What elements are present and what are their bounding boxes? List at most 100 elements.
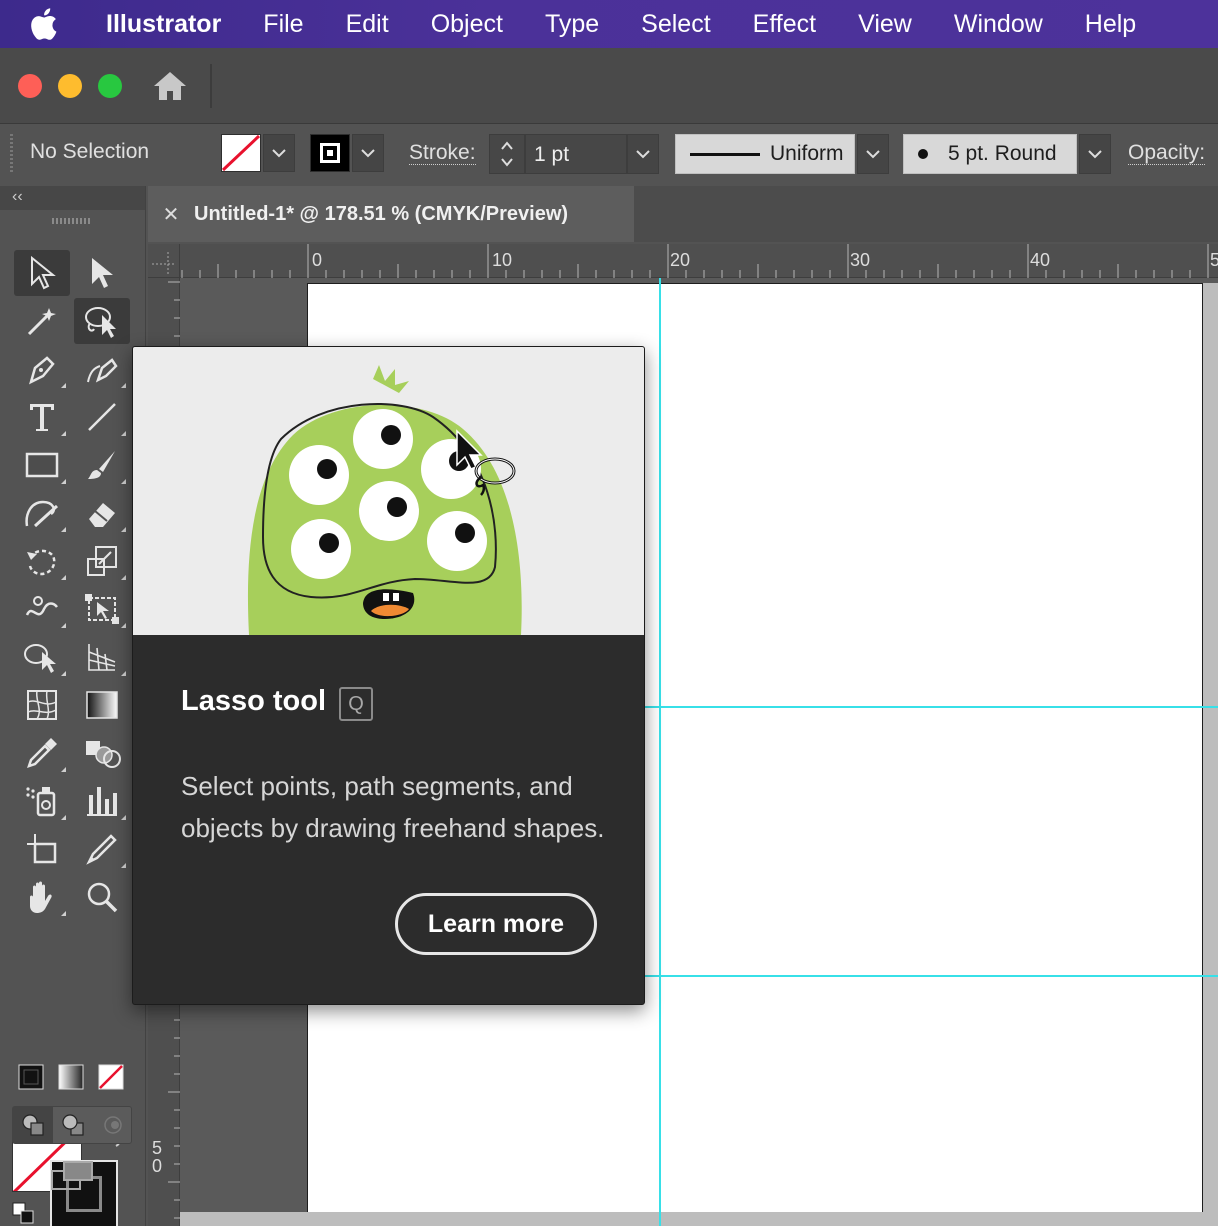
profile-line-icon xyxy=(690,152,760,156)
shape-builder-tool-icon[interactable] xyxy=(14,634,70,680)
none-mode-icon[interactable] xyxy=(94,1060,128,1094)
canvas-bottom-edge xyxy=(180,1212,1218,1226)
lasso-monster-illustration xyxy=(247,365,522,635)
ruler-label-50: 5 xyxy=(1210,250,1218,270)
warp-tool-icon[interactable] xyxy=(14,586,70,632)
opacity-label[interactable]: Opacity: xyxy=(1128,142,1206,165)
selection-tool-icon[interactable] xyxy=(14,250,70,296)
stroke-stepper[interactable] xyxy=(489,134,525,174)
horizontal-ruler-ticks xyxy=(181,244,1209,278)
rectangle-tool-icon[interactable] xyxy=(14,442,70,488)
brush-label: 5 pt. Round xyxy=(948,142,1057,165)
tools-panel-grip[interactable] xyxy=(52,218,90,224)
fill-none-swatch[interactable] xyxy=(221,134,261,172)
stroke-dropdown[interactable] xyxy=(352,134,384,172)
draw-normal-icon[interactable] xyxy=(13,1107,53,1143)
tooltip-title: Lasso tool xyxy=(181,685,327,717)
blend-tool-icon[interactable] xyxy=(74,730,130,776)
horizontal-ruler[interactable]: 0 10 20 30 40 5 xyxy=(180,244,1218,278)
pen-tool-icon[interactable] xyxy=(14,346,70,392)
slice-tool-icon[interactable] xyxy=(74,826,130,872)
gradient-tool-icon[interactable] xyxy=(74,682,130,728)
stroke-weight-value: 1 pt xyxy=(534,143,570,166)
minimize-window-button[interactable] xyxy=(58,74,82,98)
menu-edit[interactable]: Edit xyxy=(346,10,389,39)
free-transform-tool-icon[interactable] xyxy=(74,586,130,632)
variable-width-profile[interactable]: Uniform xyxy=(675,134,855,174)
tooltip-shortcut-key: Q xyxy=(339,687,373,721)
window-title-bar xyxy=(0,48,1218,124)
menu-select[interactable]: Select xyxy=(641,10,710,39)
color-mode-icon[interactable] xyxy=(14,1060,48,1094)
menu-effect[interactable]: Effect xyxy=(753,10,816,39)
eraser-tool-icon[interactable] xyxy=(74,490,130,536)
stroke-weight-dropdown[interactable] xyxy=(627,134,659,174)
gradient-mode-icon[interactable] xyxy=(54,1060,88,1094)
title-separator xyxy=(210,64,212,108)
default-fill-stroke-icon[interactable] xyxy=(12,1202,36,1226)
menu-help[interactable]: Help xyxy=(1085,10,1136,39)
draw-behind-icon[interactable] xyxy=(53,1107,93,1143)
collapse-panel-icon[interactable]: ‹‹ xyxy=(12,188,23,206)
hand-tool-icon[interactable] xyxy=(14,874,70,920)
scale-tool-icon[interactable] xyxy=(74,538,130,584)
ruler-origin[interactable] xyxy=(148,244,180,278)
symbol-sprayer-tool-icon[interactable] xyxy=(14,778,70,824)
type-tool-icon[interactable] xyxy=(14,394,70,440)
line-segment-tool-icon[interactable] xyxy=(74,394,130,440)
close-window-button[interactable] xyxy=(18,74,42,98)
artboard-tool-icon[interactable] xyxy=(14,826,70,872)
rotate-tool-icon[interactable] xyxy=(14,538,70,584)
stroke-label[interactable]: Stroke: xyxy=(409,142,476,165)
tools-panel: ‹‹ xyxy=(0,186,146,1226)
apple-icon[interactable] xyxy=(28,7,78,41)
direct-selection-tool-icon[interactable] xyxy=(74,250,130,296)
ruler-label-20: 20 xyxy=(670,250,691,270)
mesh-tool-icon[interactable] xyxy=(14,682,70,728)
lasso-tool-icon[interactable] xyxy=(74,298,130,344)
eyedropper-tool-icon[interactable] xyxy=(14,730,70,776)
brush-dropdown[interactable] xyxy=(1079,134,1111,174)
magic-wand-tool-icon[interactable] xyxy=(14,298,70,344)
stroke-weight-field[interactable]: 1 pt xyxy=(525,134,627,174)
draw-mode-group xyxy=(12,1106,132,1144)
profile-label: Uniform xyxy=(770,142,844,165)
shaper-tool-icon[interactable] xyxy=(14,490,70,536)
menu-file[interactable]: File xyxy=(263,10,303,39)
curvature-tool-icon[interactable] xyxy=(74,346,130,392)
horizontal-guide[interactable] xyxy=(644,975,1218,977)
screen-mode-icon[interactable] xyxy=(44,1156,100,1196)
menu-app-name[interactable]: Illustrator xyxy=(106,10,221,39)
column-graph-tool-icon[interactable] xyxy=(74,778,130,824)
perspective-grid-tool-icon[interactable] xyxy=(74,634,130,680)
horizontal-guide[interactable] xyxy=(644,706,1218,708)
control-bar-grip[interactable] xyxy=(10,134,13,174)
profile-dropdown[interactable] xyxy=(857,134,889,174)
draw-inside-icon[interactable] xyxy=(93,1107,133,1143)
menu-window[interactable]: Window xyxy=(954,10,1043,39)
stroke-swatch-icon[interactable] xyxy=(310,134,350,172)
ruler-label-40: 40 xyxy=(1030,250,1051,270)
menu-bar: Illustrator File Edit Object Type Select… xyxy=(0,0,1218,48)
ruler-label-30: 30 xyxy=(850,250,871,270)
home-icon[interactable] xyxy=(150,66,190,106)
canvas-right-edge xyxy=(1203,283,1218,1226)
tool-tooltip: Lasso tool Q Select points, path segment… xyxy=(132,346,645,1005)
fill-dropdown[interactable] xyxy=(263,134,295,172)
vertical-guide[interactable] xyxy=(659,278,661,1226)
v-ruler-label-0: 0 xyxy=(152,1156,163,1176)
paintbrush-tool-icon[interactable] xyxy=(74,442,130,488)
menu-object[interactable]: Object xyxy=(431,10,503,39)
document-tab[interactable]: ✕ Untitled-1* @ 178.51 % (CMYK/Preview) xyxy=(148,186,634,242)
control-bar: No Selection Stroke: 1 pt Uniform 5 pt. … xyxy=(0,124,1218,184)
close-tab-icon[interactable]: ✕ xyxy=(148,202,194,227)
brush-definition[interactable]: 5 pt. Round xyxy=(903,134,1077,174)
zoom-tool-icon[interactable] xyxy=(74,874,130,920)
selection-status: No Selection xyxy=(30,140,150,163)
menu-view[interactable]: View xyxy=(858,10,912,39)
brush-dot-icon xyxy=(918,149,928,159)
menu-type[interactable]: Type xyxy=(545,10,599,39)
zoom-window-button[interactable] xyxy=(98,74,122,98)
tab-bar-empty xyxy=(634,186,1218,242)
learn-more-button[interactable]: Learn more xyxy=(395,893,597,955)
